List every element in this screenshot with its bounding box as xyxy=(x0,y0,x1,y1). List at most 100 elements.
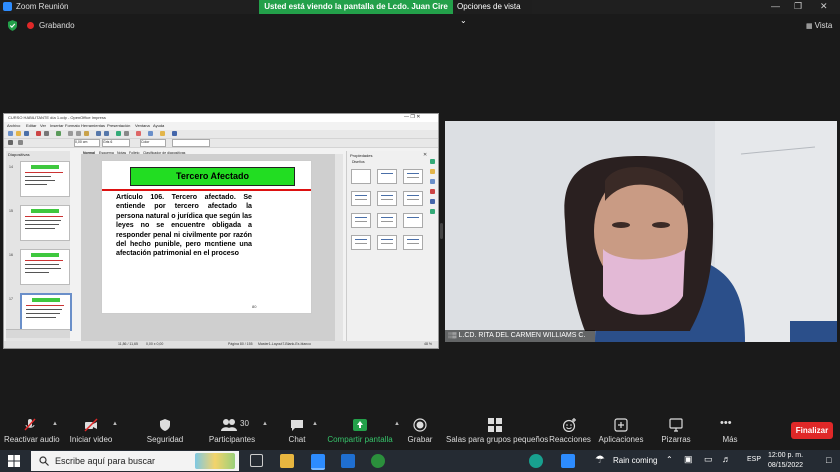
chevron-up-icon[interactable]: ▲ xyxy=(312,421,318,427)
layout-option[interactable] xyxy=(403,169,423,184)
notifications-icon[interactable]: □ xyxy=(826,455,831,465)
gallery-deck-icon[interactable] xyxy=(430,179,435,184)
reactions-button[interactable]: Reacciones xyxy=(548,414,592,450)
animation-deck-icon[interactable] xyxy=(430,199,435,204)
weather-status[interactable]: Rain coming xyxy=(613,456,657,465)
current-slide[interactable]: Tercero Afectado Artículo 106. Tercero a… xyxy=(101,160,312,314)
menu-ver[interactable]: Ver xyxy=(40,123,46,128)
slideshow-icon[interactable] xyxy=(136,131,141,136)
menu-ventana[interactable]: Ventana xyxy=(135,123,150,128)
menu-ayuda[interactable]: Ayuda xyxy=(153,123,164,128)
area-fill-field[interactable]: Color xyxy=(140,139,166,147)
menu-insertar[interactable]: Insertar xyxy=(50,123,64,128)
chevron-up-icon[interactable]: ▲ xyxy=(262,421,268,427)
slide-thumbnail[interactable] xyxy=(20,161,70,197)
share-screen-button[interactable]: Compartir pantalla xyxy=(326,414,394,450)
layout-option[interactable] xyxy=(403,235,423,250)
slide-thumbnail-selected[interactable] xyxy=(20,293,72,331)
export-pdf-icon[interactable] xyxy=(36,131,41,136)
chat-button[interactable]: Chat xyxy=(282,414,312,450)
participants-button[interactable]: 30 Participantes xyxy=(204,414,260,450)
mail-icon[interactable] xyxy=(341,454,355,468)
shield-check-icon[interactable] xyxy=(8,20,17,31)
network-icon[interactable]: ▣ xyxy=(684,454,693,465)
battery-icon[interactable]: ▭ xyxy=(704,454,713,465)
layout-option[interactable] xyxy=(351,235,371,250)
vertical-scrollbar[interactable] xyxy=(335,154,343,342)
layout-option[interactable] xyxy=(351,213,371,228)
impress-window-controls-icon[interactable]: — ❐ ✕ xyxy=(404,114,420,120)
participant-video[interactable]: ░▒ L.CD. RITA DEL CARMEN WILLIAMS C. xyxy=(445,121,837,342)
security-button[interactable]: Seguridad xyxy=(142,414,188,450)
layout-option[interactable] xyxy=(377,235,397,250)
recording-label[interactable]: Grabando xyxy=(39,21,75,30)
line-color-field[interactable]: Gris 6 xyxy=(102,139,130,147)
close-icon[interactable]: ✕ xyxy=(820,1,828,12)
navigator-deck-icon[interactable] xyxy=(430,189,435,194)
more-button[interactable]: ••• Más xyxy=(714,414,746,450)
table-icon[interactable] xyxy=(124,131,129,136)
new-document-icon[interactable] xyxy=(8,131,13,136)
layout-option[interactable] xyxy=(377,191,397,206)
restore-icon[interactable]: ❐ xyxy=(794,1,802,12)
chrome-icon[interactable] xyxy=(371,454,385,468)
menu-editar[interactable]: Editar xyxy=(26,123,36,128)
start-video-button[interactable]: Iniciar video xyxy=(66,414,116,450)
view-options-button[interactable]: Opciones de vista ⌄ xyxy=(457,0,532,25)
slide-thumbnail[interactable] xyxy=(20,205,70,241)
task-view-icon[interactable] xyxy=(250,454,263,467)
end-meeting-button[interactable]: Finalizar xyxy=(791,422,833,439)
navigator-icon[interactable] xyxy=(148,131,153,136)
layout-option[interactable] xyxy=(403,213,423,228)
paste-icon[interactable] xyxy=(84,131,89,136)
print-icon[interactable] xyxy=(44,131,49,136)
redo-icon[interactable] xyxy=(104,131,109,136)
slide-thumbnail[interactable] xyxy=(20,249,70,285)
select-arrow-icon[interactable] xyxy=(8,140,13,145)
breakout-rooms-button[interactable]: Salas para grupos pequeños xyxy=(446,414,548,450)
undo-icon[interactable] xyxy=(96,131,101,136)
line-style-icon[interactable] xyxy=(18,140,23,145)
zoom-app-icon[interactable] xyxy=(561,454,575,468)
help-icon[interactable] xyxy=(172,131,177,136)
chevron-up-icon[interactable]: ▲ xyxy=(112,421,118,427)
close-icon[interactable]: ✕ xyxy=(423,152,427,158)
spellcheck-icon[interactable] xyxy=(56,131,61,136)
menu-herramientas[interactable]: Herramientas xyxy=(81,123,105,128)
whiteboards-button[interactable]: Pizarras xyxy=(658,414,694,450)
windows-start-icon[interactable] xyxy=(8,455,20,467)
unmute-button[interactable]: Reactivar audio xyxy=(4,414,60,450)
taskbar-search-box[interactable]: Escribe aquí para buscar xyxy=(31,451,239,471)
open-folder-icon[interactable] xyxy=(16,131,21,136)
apps-button[interactable]: Aplicaciones xyxy=(598,414,644,450)
view-button[interactable]: ▦ Vista xyxy=(806,21,832,30)
volume-icon[interactable]: ♬ xyxy=(722,454,731,464)
copy-icon[interactable] xyxy=(76,131,81,136)
language-indicator[interactable]: ESP xyxy=(747,456,761,463)
minimize-icon[interactable]: — xyxy=(771,1,780,11)
layout-option[interactable] xyxy=(403,191,423,206)
properties-deck-icon[interactable] xyxy=(430,159,435,164)
chevron-up-icon[interactable]: ⌃ xyxy=(666,455,673,464)
record-button[interactable]: Grabar xyxy=(404,414,436,450)
styles-deck-icon[interactable] xyxy=(430,169,435,174)
menu-archivo[interactable]: Archivo xyxy=(7,123,20,128)
taskbar-clock[interactable]: 12:00 p. m. 08/15/2022 xyxy=(768,451,803,471)
zoom-app-icon[interactable] xyxy=(311,454,325,470)
layout-option[interactable] xyxy=(377,169,397,184)
layout-option[interactable] xyxy=(377,213,397,228)
save-icon[interactable] xyxy=(24,131,29,136)
cut-icon[interactable] xyxy=(68,131,73,136)
whatsapp-icon[interactable] xyxy=(529,454,543,468)
area-color-field[interactable] xyxy=(172,139,210,147)
panel-resize-handle[interactable] xyxy=(440,223,443,239)
line-width-field[interactable]: 0,00 cm xyxy=(74,139,100,147)
transition-deck-icon[interactable] xyxy=(430,209,435,214)
gallery-icon[interactable] xyxy=(160,131,165,136)
zoom-level[interactable]: 48 % xyxy=(424,342,432,346)
menu-formato[interactable]: Formato xyxy=(65,123,80,128)
layout-option[interactable] xyxy=(351,191,371,206)
layout-option[interactable] xyxy=(351,169,371,184)
file-explorer-icon[interactable] xyxy=(280,454,294,468)
chart-icon[interactable] xyxy=(116,131,121,136)
